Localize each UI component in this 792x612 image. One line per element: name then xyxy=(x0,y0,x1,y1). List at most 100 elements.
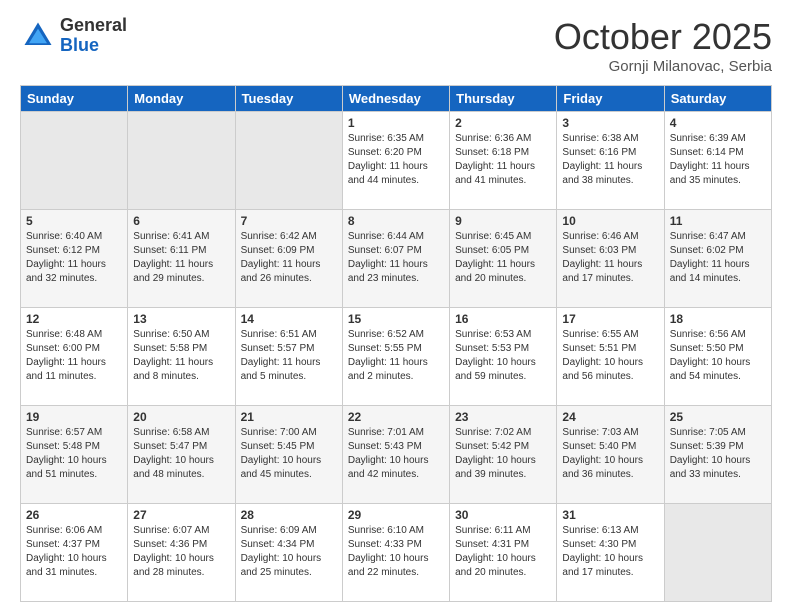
table-row: 19 Sunrise: 6:57 AMSunset: 5:48 PMDayligh… xyxy=(21,406,128,504)
day-info: Sunrise: 6:55 AMSunset: 5:51 PMDaylight:… xyxy=(562,328,658,384)
table-row: 12 Sunrise: 6:48 AMSunset: 6:00 PMDayligh… xyxy=(21,308,128,406)
day-info: Sunrise: 6:13 AMSunset: 4:30 PMDaylight:… xyxy=(562,524,658,580)
table-row: 4 Sunrise: 6:39 AMSunset: 6:14 PMDaylight… xyxy=(664,112,771,210)
table-row: 11 Sunrise: 6:47 AMSunset: 6:02 PMDayligh… xyxy=(664,210,771,308)
day-info: Sunrise: 6:36 AMSunset: 6:18 PMDaylight:… xyxy=(455,132,551,188)
day-info: Sunrise: 6:45 AMSunset: 6:05 PMDaylight:… xyxy=(455,230,551,286)
day-number: 6 xyxy=(133,214,229,228)
day-number: 28 xyxy=(241,508,337,522)
table-row: 10Sunrise: 6:46 AMSunset: 6:03 PMDayligh… xyxy=(557,210,664,308)
title-block: October 2025 Gornji Milanovac, Serbia xyxy=(554,16,772,75)
table-row: 5 Sunrise: 6:40 AMSunset: 6:12 PMDaylight… xyxy=(21,210,128,308)
table-row: 23 Sunrise: 7:02 AMSunset: 5:42 PMDayligh… xyxy=(450,406,557,504)
day-info: Sunrise: 6:40 AMSunset: 6:12 PMDaylight:… xyxy=(26,230,122,286)
day-number: 8 xyxy=(348,214,444,228)
day-number: 21 xyxy=(241,410,337,424)
calendar-table: Sunday Monday Tuesday Wednesday Thursday… xyxy=(20,85,772,602)
table-row: 21 Sunrise: 7:00 AMSunset: 5:45 PMDayligh… xyxy=(235,406,342,504)
day-number: 4 xyxy=(670,116,766,130)
day-number: 25 xyxy=(670,410,766,424)
col-tuesday: Tuesday xyxy=(235,86,342,112)
day-info: Sunrise: 7:00 AMSunset: 5:45 PMDaylight:… xyxy=(241,426,337,482)
header-row: Sunday Monday Tuesday Wednesday Thursday… xyxy=(21,86,772,112)
day-number: 16 xyxy=(455,312,551,326)
table-row: 17 Sunrise: 6:55 AMSunset: 5:51 PMDayligh… xyxy=(557,308,664,406)
day-number: 19 xyxy=(26,410,122,424)
table-row: 26 Sunrise: 6:06 AMSunset: 4:37 PMDayligh… xyxy=(21,504,128,602)
table-row: 15 Sunrise: 6:52 AMSunset: 5:55 PMDayligh… xyxy=(342,308,449,406)
day-number: 15 xyxy=(348,312,444,326)
day-number: 26 xyxy=(26,508,122,522)
table-row: 20 Sunrise: 6:58 AMSunset: 5:47 PMDayligh… xyxy=(128,406,235,504)
day-info: Sunrise: 6:47 AMSunset: 6:02 PMDaylight:… xyxy=(670,230,766,286)
day-number: 29 xyxy=(348,508,444,522)
day-number: 23 xyxy=(455,410,551,424)
day-info: Sunrise: 6:11 AMSunset: 4:31 PMDaylight:… xyxy=(455,524,551,580)
logo-icon xyxy=(20,18,56,54)
day-number: 31 xyxy=(562,508,658,522)
logo: General Blue xyxy=(20,16,127,56)
day-number: 7 xyxy=(241,214,337,228)
table-row: 22 Sunrise: 7:01 AMSunset: 5:43 PMDayligh… xyxy=(342,406,449,504)
day-number: 30 xyxy=(455,508,551,522)
logo-text: General Blue xyxy=(60,16,127,56)
table-row xyxy=(664,504,771,602)
table-row: 9 Sunrise: 6:45 AMSunset: 6:05 PMDaylight… xyxy=(450,210,557,308)
table-row: 3 Sunrise: 6:38 AMSunset: 6:16 PMDaylight… xyxy=(557,112,664,210)
day-number: 14 xyxy=(241,312,337,326)
day-info: Sunrise: 6:38 AMSunset: 6:16 PMDaylight:… xyxy=(562,132,658,188)
day-number: 3 xyxy=(562,116,658,130)
day-number: 2 xyxy=(455,116,551,130)
day-info: Sunrise: 6:41 AMSunset: 6:11 PMDaylight:… xyxy=(133,230,229,286)
day-info: Sunrise: 6:57 AMSunset: 5:48 PMDaylight:… xyxy=(26,426,122,482)
day-info: Sunrise: 7:03 AMSunset: 5:40 PMDaylight:… xyxy=(562,426,658,482)
day-info: Sunrise: 6:10 AMSunset: 4:33 PMDaylight:… xyxy=(348,524,444,580)
logo-general: General xyxy=(60,16,127,36)
day-number: 18 xyxy=(670,312,766,326)
day-info: Sunrise: 6:58 AMSunset: 5:47 PMDaylight:… xyxy=(133,426,229,482)
table-row: 1 Sunrise: 6:35 AMSunset: 6:20 PMDaylight… xyxy=(342,112,449,210)
location: Gornji Milanovac, Serbia xyxy=(554,58,772,75)
day-number: 22 xyxy=(348,410,444,424)
day-info: Sunrise: 7:05 AMSunset: 5:39 PMDaylight:… xyxy=(670,426,766,482)
table-row: 31 Sunrise: 6:13 AMSunset: 4:30 PMDayligh… xyxy=(557,504,664,602)
col-monday: Monday xyxy=(128,86,235,112)
table-row: 30 Sunrise: 6:11 AMSunset: 4:31 PMDayligh… xyxy=(450,504,557,602)
table-row: 27Sunrise: 6:07 AMSunset: 4:36 PMDayligh… xyxy=(128,504,235,602)
day-info: Sunrise: 6:52 AMSunset: 5:55 PMDaylight:… xyxy=(348,328,444,384)
col-friday: Friday xyxy=(557,86,664,112)
col-sunday: Sunday xyxy=(21,86,128,112)
day-info: Sunrise: 7:02 AMSunset: 5:42 PMDaylight:… xyxy=(455,426,551,482)
table-row xyxy=(128,112,235,210)
table-row: 16 Sunrise: 6:53 AMSunset: 5:53 PMDayligh… xyxy=(450,308,557,406)
day-number: 1 xyxy=(348,116,444,130)
day-number: 11 xyxy=(670,214,766,228)
day-info: Sunrise: 6:44 AMSunset: 6:07 PMDaylight:… xyxy=(348,230,444,286)
col-wednesday: Wednesday xyxy=(342,86,449,112)
day-info: Sunrise: 6:39 AMSunset: 6:14 PMDaylight:… xyxy=(670,132,766,188)
day-info: Sunrise: 6:06 AMSunset: 4:37 PMDaylight:… xyxy=(26,524,122,580)
day-info: Sunrise: 6:53 AMSunset: 5:53 PMDaylight:… xyxy=(455,328,551,384)
day-number: 12 xyxy=(26,312,122,326)
day-info: Sunrise: 7:01 AMSunset: 5:43 PMDaylight:… xyxy=(348,426,444,482)
month-title: October 2025 xyxy=(554,16,772,58)
day-number: 17 xyxy=(562,312,658,326)
day-number: 9 xyxy=(455,214,551,228)
table-row: 24 Sunrise: 7:03 AMSunset: 5:40 PMDayligh… xyxy=(557,406,664,504)
day-number: 5 xyxy=(26,214,122,228)
day-info: Sunrise: 6:35 AMSunset: 6:20 PMDaylight:… xyxy=(348,132,444,188)
day-info: Sunrise: 6:07 AMSunset: 4:36 PMDaylight:… xyxy=(133,524,229,580)
table-row: 2 Sunrise: 6:36 AMSunset: 6:18 PMDaylight… xyxy=(450,112,557,210)
table-row: 25 Sunrise: 7:05 AMSunset: 5:39 PMDayligh… xyxy=(664,406,771,504)
table-row: 28 Sunrise: 6:09 AMSunset: 4:34 PMDayligh… xyxy=(235,504,342,602)
day-info: Sunrise: 6:46 AMSunset: 6:03 PMDaylight:… xyxy=(562,230,658,286)
day-info: Sunrise: 6:48 AMSunset: 6:00 PMDaylight:… xyxy=(26,328,122,384)
day-info: Sunrise: 6:09 AMSunset: 4:34 PMDaylight:… xyxy=(241,524,337,580)
table-row: 6 Sunrise: 6:41 AMSunset: 6:11 PMDaylight… xyxy=(128,210,235,308)
day-number: 24 xyxy=(562,410,658,424)
day-number: 20 xyxy=(133,410,229,424)
col-thursday: Thursday xyxy=(450,86,557,112)
col-saturday: Saturday xyxy=(664,86,771,112)
day-info: Sunrise: 6:50 AMSunset: 5:58 PMDaylight:… xyxy=(133,328,229,384)
day-info: Sunrise: 6:56 AMSunset: 5:50 PMDaylight:… xyxy=(670,328,766,384)
